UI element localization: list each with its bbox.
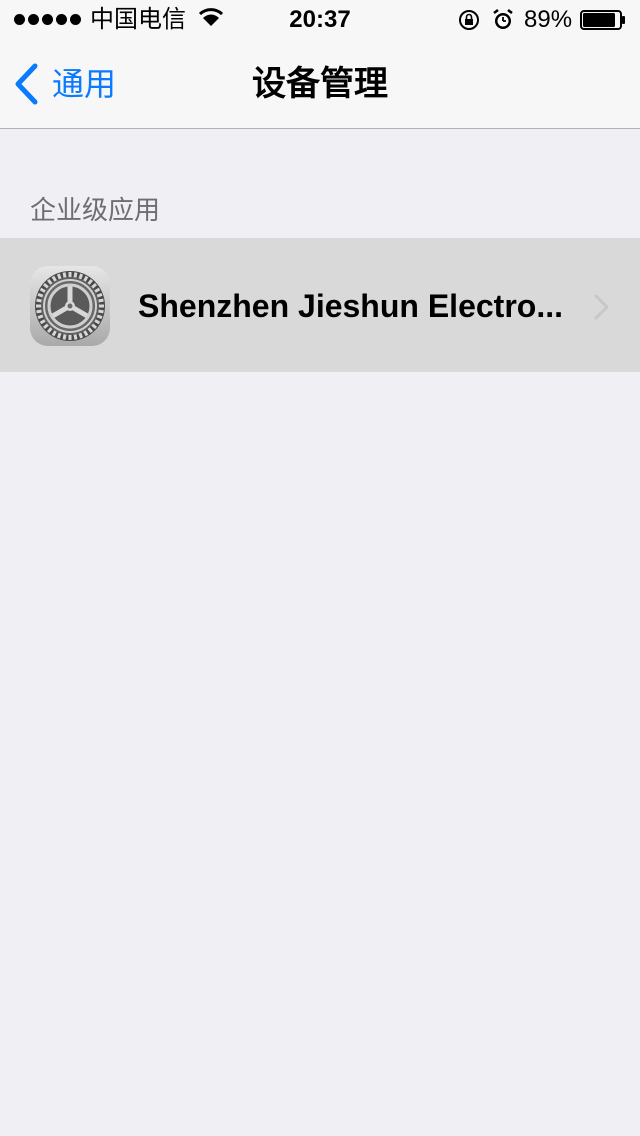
section-header: 企业级应用	[30, 195, 161, 225]
battery-percentage: 89%	[524, 6, 573, 33]
page-title: 设备管理	[252, 65, 388, 103]
alarm-icon	[493, 9, 513, 29]
enterprise-app-list: Shenzhen Jieshun Electro...	[0, 238, 640, 372]
chevron-right-icon	[594, 294, 609, 320]
settings-gear-icon	[30, 266, 110, 346]
app-developer-name: Shenzhen Jieshun Electro...	[138, 288, 563, 324]
battery-icon	[580, 10, 625, 30]
status-bar: 中国电信 20:37 89%	[0, 0, 640, 40]
rotation-lock-icon	[459, 10, 479, 30]
list-item[interactable]: Shenzhen Jieshun Electro...	[0, 238, 640, 372]
navigation-bar: 通用 设备管理	[0, 40, 640, 129]
